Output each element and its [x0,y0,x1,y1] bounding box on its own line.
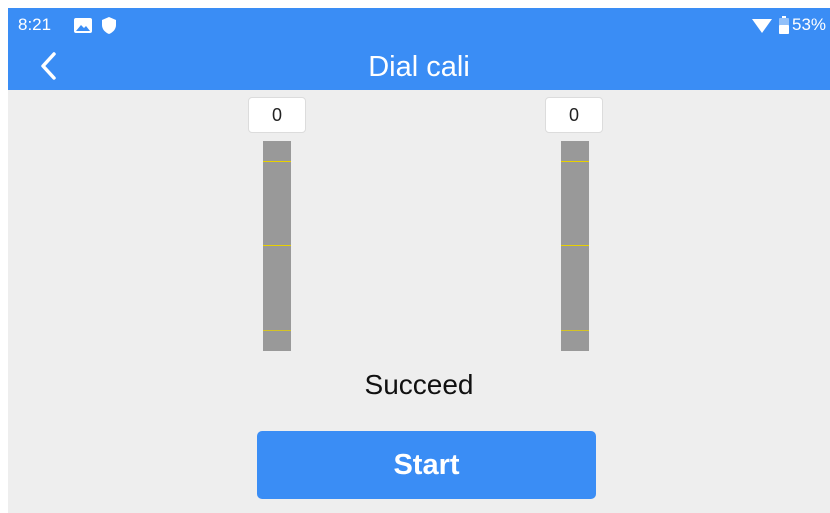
dial-tick [561,161,589,162]
battery-level: 53% [792,15,827,34]
left-dial-track [263,141,291,351]
dial-tick [561,330,589,331]
status-time: 8:21 [18,15,52,34]
dial-tick [263,330,291,331]
calibration-status: Succeed [364,369,474,400]
page-title: Dial cali [368,51,470,83]
status-bar: 8:21 53% [8,8,830,42]
wifi-icon [752,19,772,38]
battery-icon [779,16,789,39]
dial-calibration-screen: 8:21 53% Dial cali 0 0 Succeed Start [8,8,830,513]
app-header: 8:21 53% Dial cali [8,8,830,90]
image-icon [74,18,92,38]
dial-tick [561,245,589,246]
left-dial-value: 0 [248,97,306,133]
right-dial-track [561,141,589,351]
right-dial-value: 0 [545,97,603,133]
dial-tick [263,161,291,162]
dial-tick [263,245,291,246]
shield-icon [102,17,116,39]
start-button[interactable]: Start [257,431,596,499]
